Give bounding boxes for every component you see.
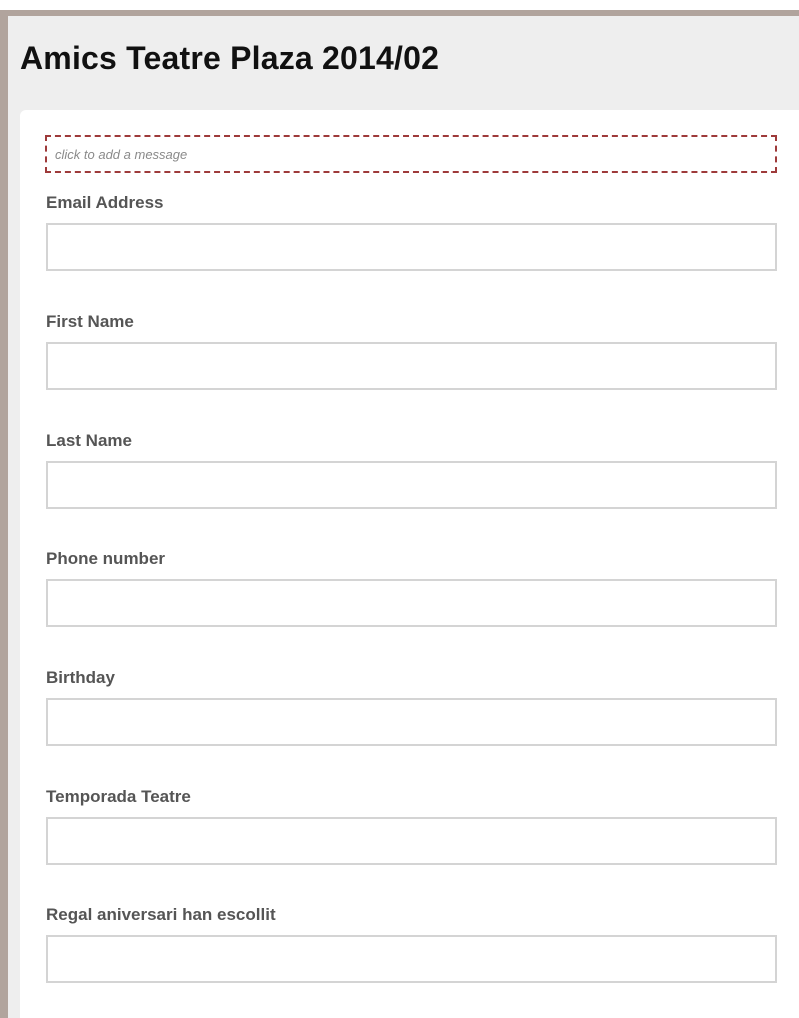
form-container: Amics Teatre Plaza 2014/02 click to add …: [8, 16, 799, 1018]
field-last-name: Last Name: [46, 430, 777, 509]
field-first-name: First Name: [46, 311, 777, 390]
email-address-label: Email Address: [46, 193, 164, 212]
phone-number-input[interactable]: [46, 579, 777, 627]
temporada-teatre-input[interactable]: [46, 817, 777, 865]
temporada-teatre-label: Temporada Teatre: [46, 787, 191, 806]
page-title: Amics Teatre Plaza 2014/02: [20, 40, 440, 76]
regal-aniversari-input[interactable]: [46, 935, 777, 983]
field-birthday: Birthday: [46, 667, 777, 746]
field-temporada-teatre: Temporada Teatre: [46, 786, 777, 865]
form-panel: click to add a message Email Address Fir…: [20, 110, 799, 1018]
first-name-input[interactable]: [46, 342, 777, 390]
window-frame: Amics Teatre Plaza 2014/02 click to add …: [0, 10, 799, 1018]
phone-number-label: Phone number: [46, 549, 166, 568]
first-name-label: First Name: [46, 312, 134, 331]
field-email-address: Email Address: [46, 192, 777, 271]
field-phone-number: Phone number: [46, 548, 777, 627]
add-message-box[interactable]: click to add a message: [45, 135, 777, 173]
last-name-label: Last Name: [46, 431, 132, 450]
add-message-placeholder: click to add a message: [55, 147, 188, 162]
last-name-input[interactable]: [46, 461, 777, 509]
email-address-input[interactable]: [46, 223, 777, 271]
form-header: Amics Teatre Plaza 2014/02: [8, 16, 799, 111]
birthday-label: Birthday: [46, 668, 115, 687]
birthday-input[interactable]: [46, 698, 777, 746]
field-regal-aniversari: Regal aniversari han escollit: [46, 904, 777, 983]
regal-aniversari-label: Regal aniversari han escollit: [46, 905, 276, 924]
